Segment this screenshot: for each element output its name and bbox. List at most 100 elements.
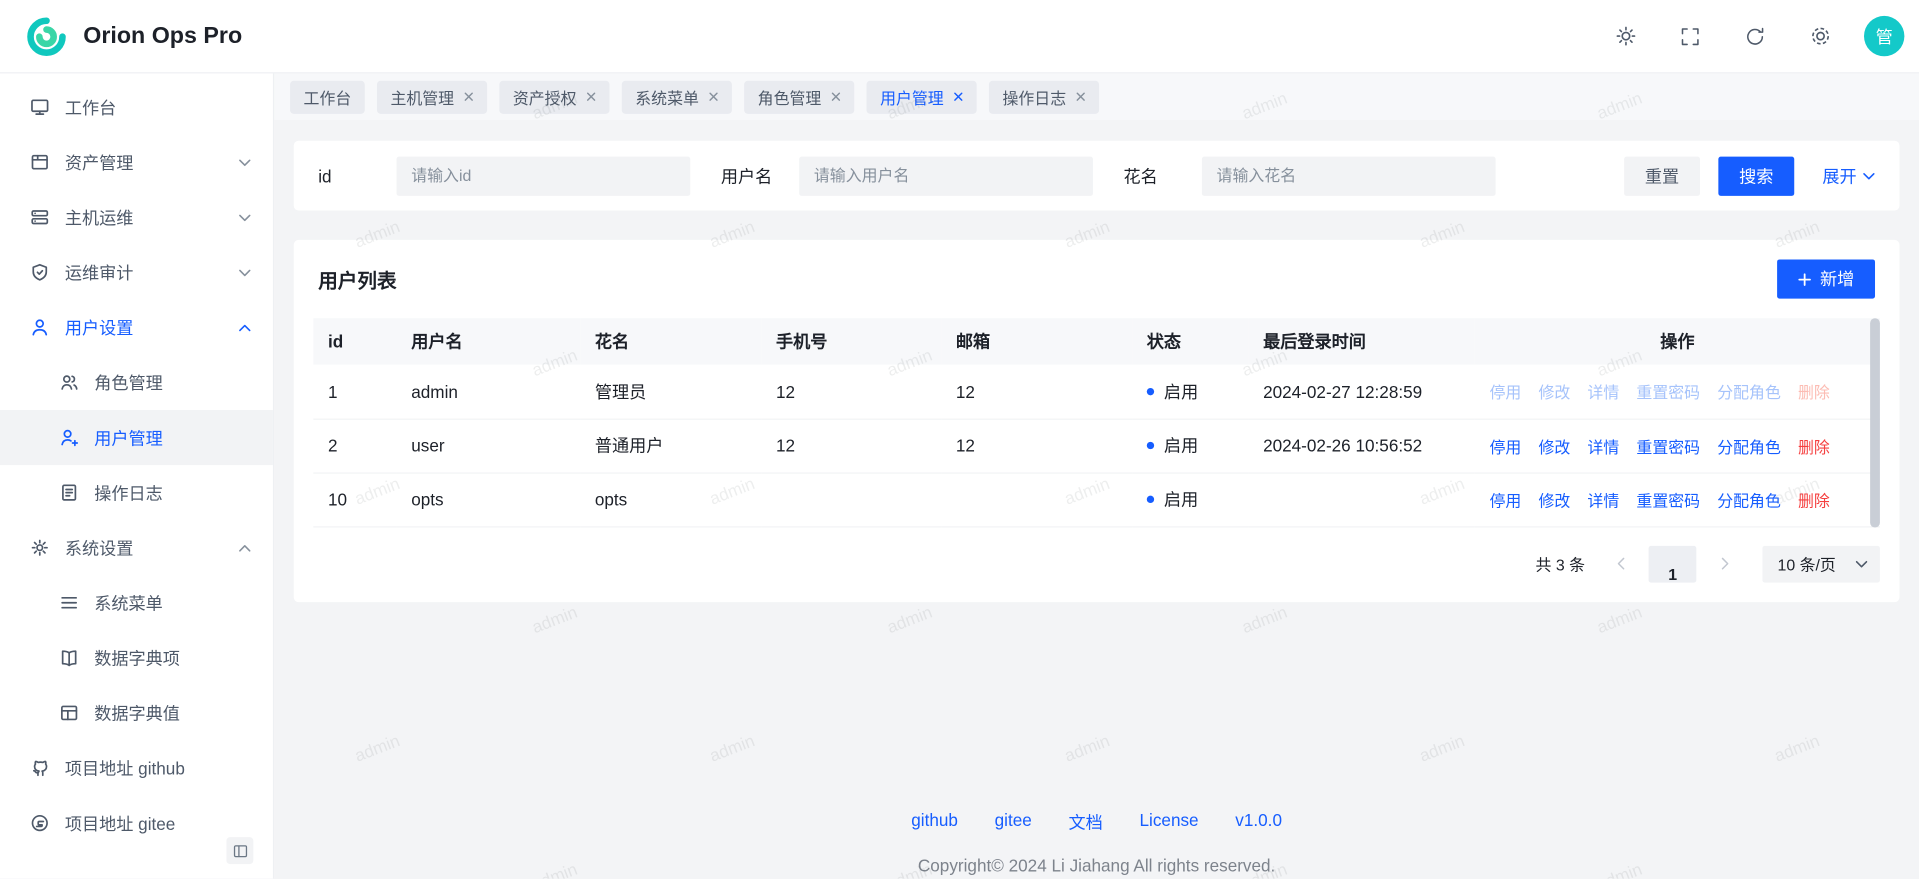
footer-link-docs[interactable]: 文档 [1069, 810, 1103, 834]
edit-user-link[interactable]: 修改 [1538, 380, 1570, 403]
cell-nickname: opts [580, 472, 761, 526]
delete-user-link[interactable]: 删除 [1798, 434, 1830, 457]
reset-password-link[interactable]: 重置密码 [1636, 434, 1700, 457]
footer-link-license[interactable]: License [1140, 810, 1199, 834]
sidebar-item-label: 主机运维 [65, 205, 134, 229]
close-tab-icon[interactable] [586, 92, 596, 102]
row-actions: 停用 修改 详情 重置密码 分配角色 删除 [1489, 380, 1865, 403]
reset-password-link[interactable]: 重置密码 [1636, 380, 1700, 403]
prev-page-button[interactable] [1602, 545, 1639, 582]
page-1-button[interactable]: 1 [1649, 545, 1697, 582]
sidebar-item-asset-management[interactable]: 资产管理 [0, 135, 273, 190]
footer-link-github[interactable]: github [911, 810, 958, 834]
sidebar-item-operation-log[interactable]: 操作日志 [0, 465, 273, 520]
user-detail-link[interactable]: 详情 [1587, 380, 1619, 403]
close-tab-icon[interactable] [464, 92, 474, 102]
user-avatar[interactable]: 管 [1864, 16, 1904, 56]
delete-user-link[interactable]: 删除 [1798, 488, 1830, 511]
add-user-button[interactable]: 新增 [1777, 259, 1875, 298]
reset-label: 重置 [1645, 163, 1679, 187]
footer-link-gitee[interactable]: gitee [995, 810, 1032, 834]
nickname-label: 花名 [1124, 163, 1180, 187]
disable-user-link[interactable]: 停用 [1489, 434, 1521, 457]
app-logo-icon [24, 14, 68, 58]
sidebar-item-role-management[interactable]: 角色管理 [0, 355, 273, 410]
tab-host-management[interactable]: 主机管理 [377, 80, 487, 113]
sidebar-item-ops-audit[interactable]: 运维审计 [0, 245, 273, 300]
brand[interactable]: Orion Ops Pro [24, 14, 242, 58]
edit-user-link[interactable]: 修改 [1538, 434, 1570, 457]
id-input[interactable] [397, 156, 691, 195]
search-button[interactable]: 搜索 [1718, 156, 1794, 195]
next-page-button[interactable] [1706, 545, 1743, 582]
cell-username: admin [397, 365, 581, 419]
fullscreen-button[interactable] [1669, 15, 1711, 57]
disable-user-link[interactable]: 停用 [1489, 488, 1521, 511]
expand-filters-link[interactable]: 展开 [1822, 163, 1875, 187]
document-icon [59, 482, 80, 503]
top-header: Orion Ops Pro 管 [0, 0, 1919, 73]
cell-mobile: 12 [761, 365, 941, 419]
user-detail-link[interactable]: 详情 [1587, 434, 1619, 457]
tab-system-menu[interactable]: 系统菜单 [622, 80, 732, 113]
cell-actions: 停用 修改 详情 重置密码 分配角色 删除 [1475, 419, 1880, 473]
theme-toggle-button[interactable] [1605, 15, 1647, 57]
tab-asset-authorization[interactable]: 资产授权 [499, 80, 609, 113]
row-actions: 停用 修改 详情 重置密码 分配角色 删除 [1489, 488, 1865, 511]
tab-role-management[interactable]: 角色管理 [744, 80, 854, 113]
col-mobile: 手机号 [761, 318, 941, 365]
sidebar-item-system-menu[interactable]: 系统菜单 [0, 575, 273, 630]
close-tab-icon[interactable] [831, 92, 841, 102]
tab-user-management[interactable]: 用户管理 [867, 80, 977, 113]
cell-email [941, 472, 1132, 526]
sidebar-item-github[interactable]: 项目地址 github [0, 740, 273, 795]
reset-button[interactable]: 重置 [1624, 156, 1700, 195]
user-list-card: 用户列表 新增 id 用户名 [294, 240, 1900, 602]
cell-mobile [761, 472, 941, 526]
sidebar-item-label: 操作日志 [94, 480, 163, 504]
close-tab-icon[interactable] [954, 92, 964, 102]
assign-roles-link[interactable]: 分配角色 [1717, 380, 1781, 403]
sidebar-item-host-ops[interactable]: 主机运维 [0, 190, 273, 245]
delete-user-link[interactable]: 删除 [1798, 380, 1830, 403]
edit-user-link[interactable]: 修改 [1538, 488, 1570, 511]
status-badge: 启用 [1164, 433, 1198, 457]
sidebar-item-label: 项目地址 gitee [65, 811, 175, 835]
sidebar-item-user-settings[interactable]: 用户设置 [0, 300, 273, 355]
user-detail-link[interactable]: 详情 [1587, 488, 1619, 511]
form-item-username: 用户名 [721, 156, 1093, 195]
disable-user-link[interactable]: 停用 [1489, 380, 1521, 403]
nickname-input[interactable] [1202, 156, 1496, 195]
assign-roles-link[interactable]: 分配角色 [1717, 434, 1781, 457]
close-tab-icon[interactable] [709, 92, 719, 102]
username-label: 用户名 [721, 163, 777, 187]
form-item-nickname: 花名 [1124, 156, 1496, 195]
sidebar-item-system-settings[interactable]: 系统设置 [0, 520, 273, 575]
table-row: 2 user 普通用户 12 12 启用 2024-02-26 10:56:52… [313, 419, 1880, 473]
tab-workbench[interactable]: 工作台 [290, 80, 365, 113]
cell-last-login: 2024-02-26 10:56:52 [1248, 419, 1474, 473]
cell-email: 12 [941, 419, 1132, 473]
sidebar-item-dict-item[interactable]: 数据字典项 [0, 630, 273, 685]
sidebar-item-workbench[interactable]: 工作台 [0, 80, 273, 135]
cell-last-login: 2024-02-27 12:28:59 [1248, 365, 1474, 419]
sidebar-item-label: 运维审计 [65, 260, 134, 284]
form-item-id: id [318, 156, 690, 195]
assign-roles-link[interactable]: 分配角色 [1717, 488, 1781, 511]
page-size-select[interactable]: 10 条/页 [1763, 545, 1880, 582]
footer-link-version[interactable]: v1.0.0 [1235, 810, 1282, 834]
tab-operation-log[interactable]: 操作日志 [989, 80, 1099, 113]
sidebar-item-user-management[interactable]: 用户管理 [0, 410, 273, 465]
refresh-button[interactable] [1734, 15, 1776, 57]
gear-icon [1808, 24, 1831, 47]
close-tab-icon[interactable] [1076, 92, 1086, 102]
table-scrollbar[interactable] [1870, 318, 1880, 527]
settings-button[interactable] [1799, 15, 1841, 57]
reset-password-link[interactable]: 重置密码 [1636, 488, 1700, 511]
collapse-sidebar-button[interactable] [226, 837, 253, 864]
tab-label: 工作台 [304, 85, 352, 108]
username-input[interactable] [799, 156, 1093, 195]
sidebar-item-label: 数据字典项 [94, 646, 180, 670]
app-title: Orion Ops Pro [83, 23, 242, 50]
sidebar-item-dict-value[interactable]: 数据字典值 [0, 685, 273, 740]
